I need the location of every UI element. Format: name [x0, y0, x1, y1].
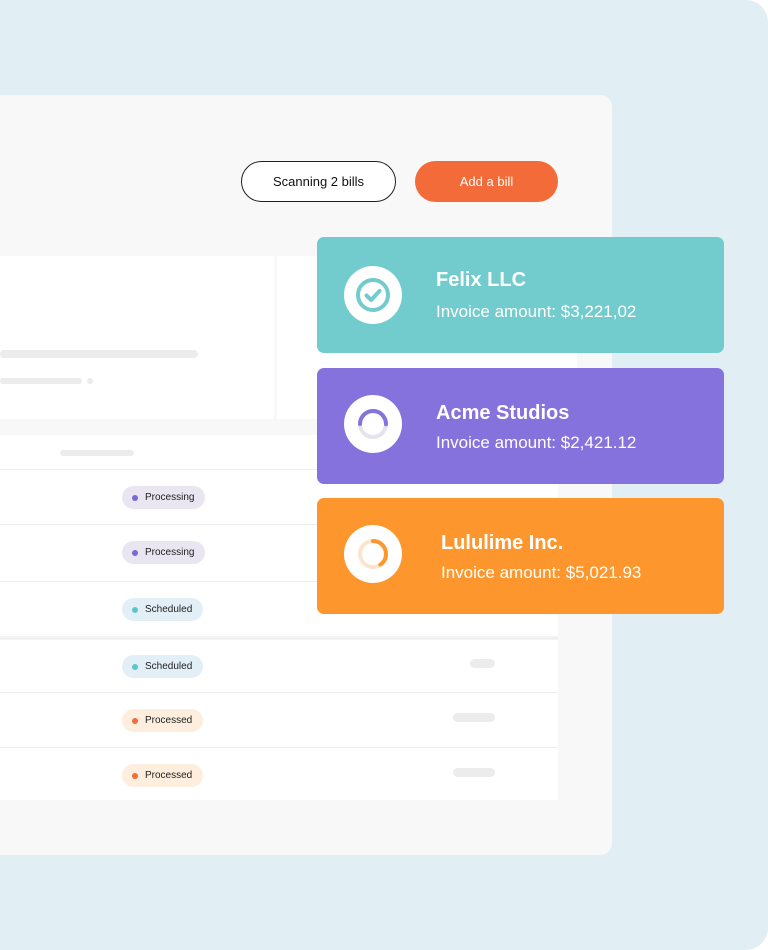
add-bill-button[interactable]: Add a bill	[415, 161, 558, 202]
status-label: Scheduled	[145, 604, 193, 615]
status-dot-icon	[132, 663, 138, 670]
invoice-card-acme[interactable]: Acme Studios Invoice amount: $2,421.12	[317, 368, 724, 484]
status-dot-icon	[132, 606, 138, 613]
status-dot-icon	[132, 494, 138, 501]
summary-placeholder-line	[0, 378, 82, 384]
row-placeholder	[470, 659, 495, 668]
bills-table: Processing Processing Scheduled Schedule…	[0, 435, 558, 800]
vendor-name: Felix LLC	[436, 269, 527, 291]
status-dot-icon	[132, 717, 138, 724]
status-label: Processed	[145, 715, 193, 726]
status-badge: Processed	[122, 764, 204, 787]
row-placeholder	[453, 713, 495, 722]
row-placeholder	[453, 768, 495, 777]
summary-placeholder-line	[0, 350, 198, 358]
summary-card	[0, 256, 274, 419]
invoice-card-lululime[interactable]: Lululime Inc. Invoice amount: $5,021.93	[317, 498, 724, 614]
app-canvas: Scanning 2 bills Add a bill Processing P…	[0, 0, 768, 950]
table-row[interactable]: Processed	[0, 692, 558, 747]
status-dot-icon	[132, 772, 138, 779]
scanning-bills-button[interactable]: Scanning 2 bills	[241, 161, 396, 202]
status-label: Processed	[145, 770, 193, 781]
status-label: Processing	[145, 547, 195, 558]
status-badge: Scheduled	[122, 655, 204, 678]
progress-ring-icon	[344, 395, 402, 453]
check-circle-icon	[344, 266, 402, 324]
table-row[interactable]: Scheduled	[0, 638, 558, 693]
status-dot-icon	[132, 549, 138, 556]
status-badge: Processing	[122, 541, 206, 564]
status-badge: Processing	[122, 486, 206, 509]
summary-placeholder-dot	[87, 378, 93, 384]
add-bill-label: Add a bill	[459, 174, 514, 189]
status-badge: Processed	[122, 709, 204, 732]
table-row[interactable]: Processed	[0, 747, 558, 802]
status-label: Scheduled	[145, 661, 193, 672]
status-badge: Scheduled	[122, 598, 204, 621]
invoice-card-felix[interactable]: Felix LLC Invoice amount: $3,221,02	[317, 237, 724, 353]
invoice-amount: Invoice amount: $2,421.12	[436, 433, 637, 452]
scanning-bills-label: Scanning 2 bills	[272, 174, 365, 189]
vendor-name: Acme Studios	[436, 402, 570, 424]
invoice-amount: Invoice amount: $5,021.93	[441, 563, 642, 582]
progress-ring-icon	[344, 525, 402, 583]
status-label: Processing	[145, 492, 195, 503]
invoice-amount: Invoice amount: $3,221,02	[436, 302, 637, 321]
vendor-name: Lululime Inc.	[441, 532, 564, 554]
table-header-placeholder	[60, 450, 134, 456]
